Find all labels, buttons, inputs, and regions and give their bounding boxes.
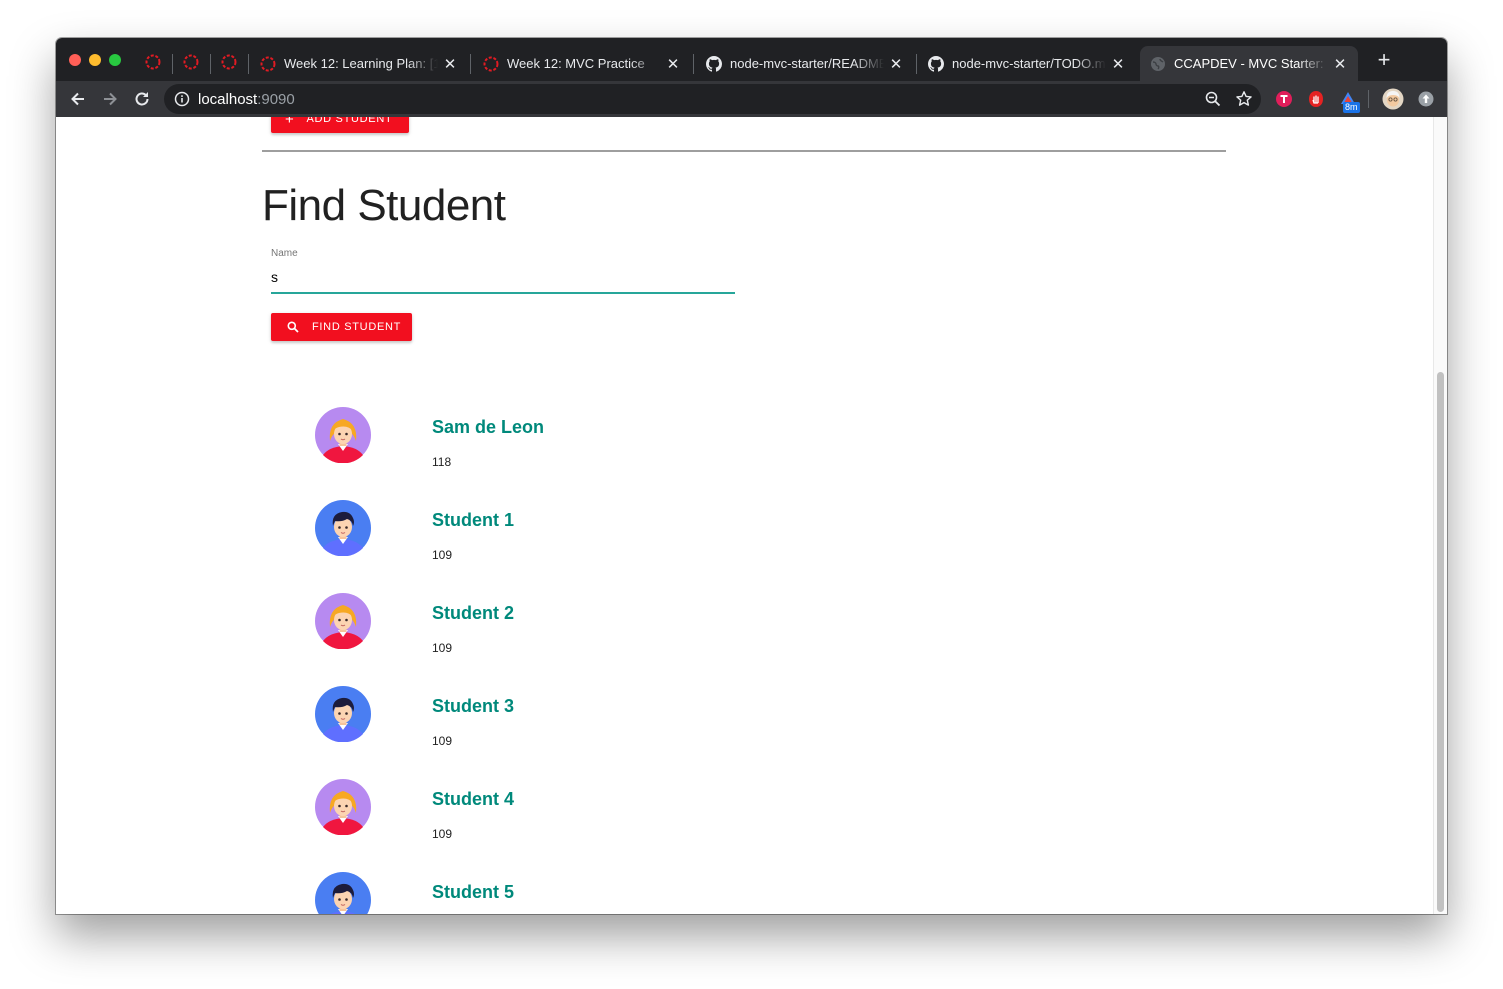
student-name-link[interactable]: Student 4 <box>432 789 514 810</box>
url-text[interactable]: localhost:9090 <box>198 91 295 108</box>
add-student-label: ADD STUDENT <box>306 117 393 125</box>
female-avatar <box>315 779 371 835</box>
student-item: Sam de Leon 118 <box>56 407 756 500</box>
pinned-tab-2[interactable] <box>183 54 199 70</box>
name-input[interactable] <box>271 264 735 290</box>
extension-badge: 8m <box>1343 102 1360 113</box>
add-icon: + <box>285 117 295 128</box>
address-bar[interactable]: localhost:9090 <box>164 84 1261 114</box>
tab-week12-learning-plan[interactable]: Week 12: Learning Plan: [119 ✕ <box>250 46 468 81</box>
tab-separator <box>210 54 211 74</box>
tab-separator <box>470 54 471 74</box>
tab-separator <box>693 54 694 74</box>
student-name-link[interactable]: Sam de Leon <box>432 417 544 438</box>
tab-separator <box>172 54 173 74</box>
add-student-button[interactable]: + ADD STUDENT <box>271 117 409 133</box>
student-name-link[interactable]: Student 3 <box>432 696 514 717</box>
search-icon <box>287 321 299 333</box>
student-item: Student 3 109 <box>56 686 756 779</box>
student-id-number: 109 <box>432 734 453 748</box>
student-name-link[interactable]: Student 2 <box>432 603 514 624</box>
extension-hand-icon[interactable] <box>1307 90 1325 108</box>
tab-separator <box>916 54 917 74</box>
page-title: Find Student <box>262 181 506 230</box>
find-student-button[interactable]: FIND STUDENT <box>271 313 412 341</box>
zoom-window-button[interactable] <box>109 54 121 66</box>
student-name-link[interactable]: Student 5 <box>432 882 514 903</box>
male-avatar <box>315 500 371 556</box>
pinned-tab-1[interactable] <box>145 54 161 70</box>
toolbar-divider <box>1368 90 1369 108</box>
zoom-icon[interactable] <box>1204 90 1222 108</box>
extension-todoist-icon[interactable] <box>1275 90 1293 108</box>
tab-title: node-mvc-starter/README. <box>730 56 884 71</box>
student-item: Student 1 109 <box>56 500 756 593</box>
tab-ccapdev-active[interactable]: CCAPDEV - MVC Starter: Ho ✕ <box>1140 46 1358 81</box>
close-icon[interactable]: ✕ <box>1332 55 1348 73</box>
github-icon <box>706 56 722 72</box>
section-divider <box>262 150 1226 152</box>
globe-icon <box>1150 56 1166 72</box>
close-icon[interactable]: ✕ <box>1110 55 1126 73</box>
student-item: Student 4 109 <box>56 779 756 872</box>
student-item: Student 5 109 <box>56 872 756 914</box>
student-id-number: 118 <box>432 455 452 469</box>
forward-arrow-icon[interactable] <box>100 89 120 109</box>
tab-readme[interactable]: node-mvc-starter/README. ✕ <box>696 46 914 81</box>
student-id-number: 109 <box>432 548 453 562</box>
minimize-window-button[interactable] <box>89 54 101 66</box>
tab-title: CCAPDEV - MVC Starter: Ho <box>1174 56 1328 71</box>
name-input-underline <box>271 292 735 294</box>
profile-avatar[interactable] <box>1382 88 1404 110</box>
student-item: Student 2 109 <box>56 593 756 686</box>
tab-title: Week 12: MVC Practice <box>507 56 645 71</box>
reload-icon[interactable] <box>132 89 152 109</box>
student-id-number: 109 <box>432 641 453 655</box>
male-avatar <box>315 872 371 914</box>
pinned-tab-3[interactable] <box>221 54 237 70</box>
update-icon[interactable] <box>1417 90 1435 108</box>
close-icon[interactable]: ✕ <box>665 55 681 73</box>
tab-strip: Week 12: Learning Plan: [119 ✕ Week 12: … <box>56 38 1447 81</box>
url-port: :9090 <box>257 91 295 108</box>
male-avatar <box>315 686 371 742</box>
red-dashed-circle-icon <box>260 56 276 72</box>
female-avatar <box>315 407 371 463</box>
info-icon[interactable] <box>174 91 190 107</box>
url-host: localhost <box>198 91 258 108</box>
github-icon <box>928 56 944 72</box>
browser-toolbar: localhost:9090 8m <box>56 81 1447 117</box>
bookmark-star-icon[interactable] <box>1235 90 1253 108</box>
female-avatar <box>315 593 371 649</box>
close-icon[interactable]: ✕ <box>442 55 458 73</box>
red-dashed-circle-icon <box>483 56 499 72</box>
tab-week12-mvc-practice[interactable]: Week 12: MVC Practice ✕ <box>473 46 691 81</box>
page-viewport: + ADD STUDENT Find Student Name FIND STU… <box>56 117 1447 914</box>
student-id-number: 109 <box>432 827 453 841</box>
tab-todo[interactable]: node-mvc-starter/TODO.mc ✕ <box>918 46 1136 81</box>
student-name-link[interactable]: Student 1 <box>432 510 514 531</box>
back-arrow-icon[interactable] <box>68 89 88 109</box>
tab-title: node-mvc-starter/TODO.mc <box>952 56 1106 71</box>
new-tab-button[interactable]: + <box>1374 49 1394 71</box>
vertical-scrollbar[interactable] <box>1433 117 1447 914</box>
close-icon[interactable]: ✕ <box>888 55 904 73</box>
name-field-label: Name <box>271 248 298 259</box>
browser-window: Week 12: Learning Plan: [119 ✕ Week 12: … <box>56 38 1447 914</box>
find-student-label: FIND STUDENT <box>312 321 402 333</box>
scrollbar-thumb[interactable] <box>1437 372 1444 912</box>
close-window-button[interactable] <box>69 54 81 66</box>
tab-title: Week 12: Learning Plan: [119 <box>284 56 438 71</box>
tab-separator <box>248 54 249 74</box>
